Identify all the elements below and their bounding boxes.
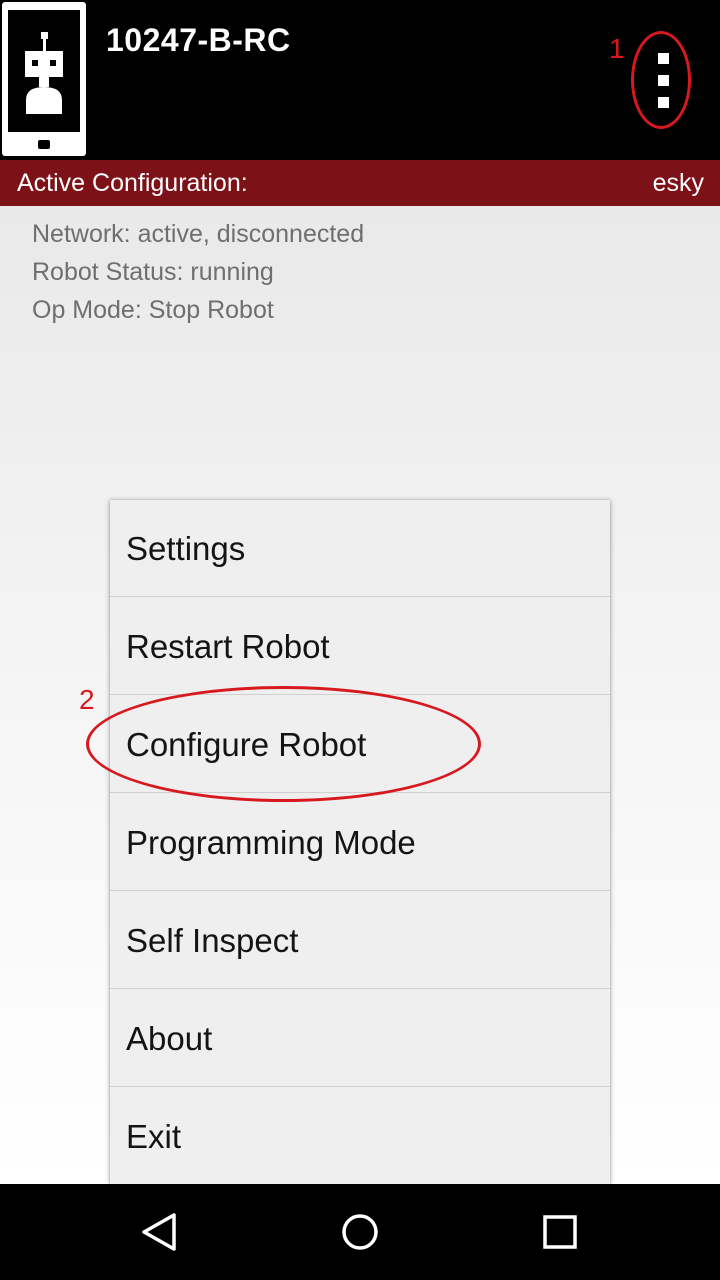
robot-status: Robot Status: running (32, 258, 274, 286)
menu-item-configure-robot[interactable]: Configure Robot (110, 696, 610, 793)
menu-item-label: Self Inspect (126, 922, 299, 959)
network-status: Network: active, disconnected (32, 220, 365, 248)
menu-item-exit[interactable]: Exit (110, 1088, 610, 1184)
app-bar: 10247-B-RC (0, 0, 720, 160)
menu-item-label: About (126, 1020, 213, 1057)
menu-item-label: Programming Mode (126, 824, 416, 861)
menu-item-self-inspect[interactable]: Self Inspect (110, 892, 610, 989)
menu-item-label: Configure Robot (126, 726, 367, 763)
system-nav-bar (0, 1184, 720, 1280)
op-mode-status: Op Mode: Stop Robot (32, 296, 274, 324)
home-circle-icon[interactable] (336, 1208, 384, 1256)
menu-item-label: Exit (126, 1118, 182, 1155)
annotation-label-1: 1 (609, 33, 625, 64)
annotation-label-2: 2 (79, 684, 95, 715)
menu-item-about[interactable]: About (110, 990, 610, 1087)
active-configuration-value: esky (652, 169, 704, 197)
menu-item-restart-robot[interactable]: Restart Robot (110, 598, 610, 695)
active-configuration-label: Active Configuration: (17, 169, 248, 197)
menu-item-label: Settings (126, 530, 246, 567)
active-configuration-bar: Active Configuration: esky (0, 160, 720, 206)
overflow-menu: Settings Restart Robot Configure Robot P… (110, 500, 610, 1184)
more-vert-icon[interactable] (644, 45, 684, 117)
recents-square-icon[interactable] (536, 1208, 584, 1256)
back-triangle-icon[interactable] (136, 1208, 184, 1256)
robot-phone-icon (2, 2, 86, 156)
app-title: 10247-B-RC (106, 22, 291, 58)
menu-item-programming-mode[interactable]: Programming Mode (110, 794, 610, 891)
menu-item-settings[interactable]: Settings (110, 500, 610, 597)
menu-item-label: Restart Robot (126, 628, 330, 665)
